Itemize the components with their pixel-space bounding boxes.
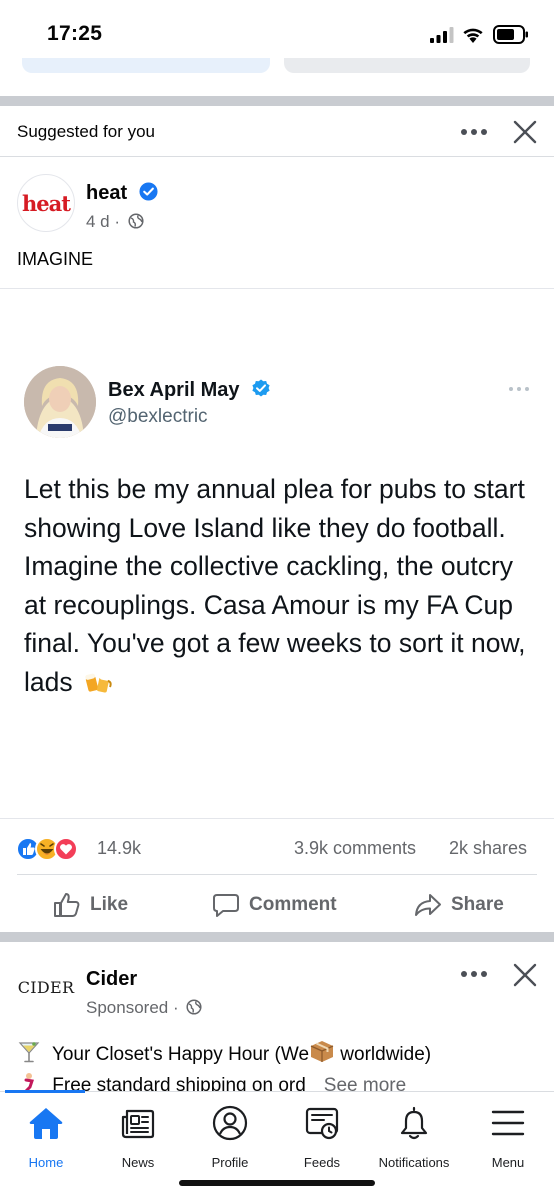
tab-menu-label: Menu — [491, 1155, 525, 1170]
post-actions: Like Comment Share — [17, 874, 537, 932]
close-icon[interactable] — [512, 119, 538, 145]
page-name[interactable]: heat — [86, 182, 127, 204]
comments-count[interactable]: 3.9k comments — [294, 838, 416, 859]
battery-icon — [493, 25, 528, 44]
post-age[interactable]: 4 d — [86, 212, 110, 231]
like-label: Like — [90, 894, 129, 915]
tweet-author-name: Bex April May — [108, 379, 240, 401]
reaction-count[interactable]: 14.9k — [97, 838, 141, 859]
wifi-icon — [463, 28, 483, 43]
globe-icon — [128, 213, 144, 229]
thumbs-up-icon — [54, 893, 80, 917]
post-image-tweet[interactable]: Bex April May @bexlectric Let this be my… — [0, 290, 554, 818]
post-header: heat heat 4 d · — [0, 170, 554, 240]
page-avatar[interactable]: heat — [17, 174, 75, 232]
cocktail-glass-icon — [18, 1042, 40, 1063]
love-reaction-icon — [54, 837, 78, 861]
tweet-handle: @bexlectric — [108, 406, 208, 427]
home-indicator[interactable] — [179, 1180, 375, 1186]
previous-card-remnant — [0, 58, 554, 78]
profile-icon — [212, 1105, 248, 1141]
tweet-more-icon — [509, 387, 531, 393]
like-button[interactable]: Like — [53, 891, 128, 919]
tab-feeds-label: Feeds — [303, 1155, 341, 1170]
ad-globe-icon — [186, 999, 202, 1015]
comment-label: Comment — [249, 894, 337, 915]
ad-text-line-1: Your Closet's Happy Hour (We worldwide) — [17, 1038, 431, 1066]
menu-icon — [491, 1110, 525, 1136]
verified-badge-icon — [139, 182, 158, 201]
sponsored-label[interactable]: Sponsored — [86, 998, 168, 1017]
share-arrow-icon — [415, 894, 441, 916]
bell-icon — [400, 1106, 428, 1140]
cellular-signal-icon — [430, 27, 454, 43]
see-more-link[interactable]: See more — [324, 1075, 406, 1091]
tweet-body: Let this be my annual plea for pubs to s… — [24, 474, 526, 697]
active-tab-indicator — [5, 1090, 85, 1093]
share-label: Share — [451, 894, 504, 915]
share-button[interactable]: Share — [414, 891, 504, 919]
remnant-button-left[interactable] — [22, 58, 270, 73]
page-logo-text: heat — [22, 190, 71, 216]
ad-more-options-icon[interactable] — [461, 971, 487, 979]
suggested-label: Suggested for you — [17, 122, 155, 141]
tab-profile[interactable]: Profile — [184, 1100, 276, 1170]
ad-meta-separator: · — [172, 998, 179, 1017]
post-meta: 4 d · — [86, 212, 144, 232]
woman-running-icon — [23, 1073, 34, 1091]
ad-avatar[interactable]: CIDER — [17, 963, 75, 1011]
tab-home-label: Home — [28, 1155, 64, 1170]
comment-button[interactable]: Comment — [212, 891, 337, 919]
ad-text-line-2-text: Free standard shipping on ord — [52, 1075, 306, 1091]
tab-home[interactable]: Home — [0, 1100, 92, 1170]
tab-feeds[interactable]: Feeds — [276, 1100, 368, 1170]
ad-text-after: worldwide) — [335, 1044, 432, 1065]
tweet-avatar — [24, 366, 96, 438]
feed-divider — [0, 96, 554, 106]
package-icon — [310, 1041, 334, 1062]
feeds-icon — [305, 1107, 339, 1140]
tweet-verified-icon — [252, 379, 270, 397]
tab-menu[interactable]: Menu — [462, 1100, 554, 1170]
beer-mugs-icon — [85, 673, 112, 693]
tweet-text: Let this be my annual plea for pubs to s… — [24, 470, 534, 701]
tab-profile-label: Profile — [211, 1155, 249, 1170]
feed-divider-2 — [0, 932, 554, 942]
shares-count[interactable]: 2k shares — [449, 838, 527, 859]
meta-separator: · — [114, 212, 121, 231]
reaction-summary: 14.9k 3.9k comments 2k shares — [0, 818, 554, 874]
ad-text-line-2: Free standard shipping on ord See more — [17, 1072, 537, 1091]
avatar-photo-icon — [24, 366, 96, 438]
news-icon — [121, 1109, 155, 1139]
comment-icon — [213, 894, 239, 917]
image-border — [0, 288, 554, 289]
tab-news[interactable]: News — [92, 1100, 184, 1170]
ad-meta: Sponsored · — [86, 998, 202, 1018]
status-bar: 17:25 — [0, 0, 554, 62]
tab-news-label: News — [121, 1155, 155, 1170]
post-caption: IMAGINE — [17, 249, 94, 269]
reaction-icons[interactable] — [17, 836, 93, 862]
tab-notifications-label: Notifications — [378, 1155, 450, 1170]
ad-text-before: Your Closet's Happy Hour (We — [51, 1044, 310, 1065]
ad-header: CIDER Cider Sponsored · — [0, 952, 554, 1032]
remnant-button-right[interactable] — [284, 58, 530, 73]
ad-close-icon[interactable] — [512, 962, 538, 988]
ad-page-name[interactable]: Cider — [86, 968, 137, 991]
home-icon — [29, 1108, 63, 1139]
status-time: 17:25 — [47, 22, 103, 45]
suggested-header: Suggested for you — [0, 107, 554, 157]
more-options-icon[interactable] — [461, 129, 487, 137]
tab-notifications[interactable]: Notifications — [368, 1100, 460, 1170]
